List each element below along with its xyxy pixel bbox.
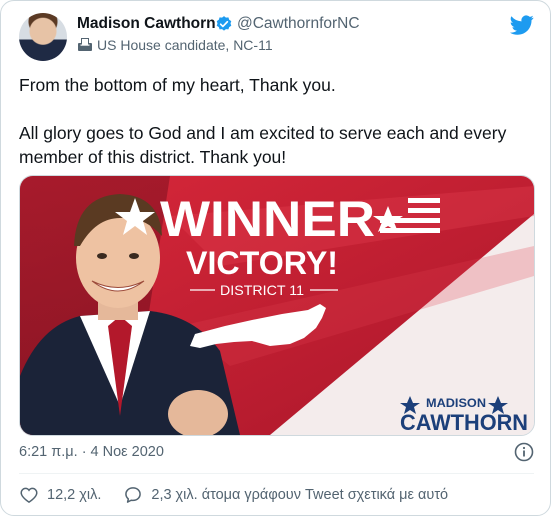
- tweet-image[interactable]: WINNER VICTORY! DISTRICT 11 MADISON CAWT…: [19, 175, 535, 436]
- tweet-card: Madison Cawthorn @CawthornforNC US House…: [0, 0, 551, 516]
- image-headline: WINNER: [160, 191, 375, 247]
- info-icon[interactable]: [514, 442, 534, 462]
- discussion-text: 2,3 χιλ. άτομα γράφουν Tweet σχετικά με …: [151, 487, 449, 503]
- twitter-bird-icon[interactable]: [510, 13, 534, 37]
- verified-badge-icon: [216, 16, 232, 31]
- author-name[interactable]: Madison Cawthorn: [77, 15, 216, 33]
- like-count: 12,2 χιλ.: [47, 487, 102, 503]
- heart-icon: [20, 487, 38, 503]
- tweet-paragraph: From the bottom of my heart, Thank you.: [19, 75, 336, 95]
- account-label: US House candidate, NC-11: [77, 37, 273, 53]
- image-subhead: VICTORY!: [186, 245, 338, 281]
- discussion-link[interactable]: 2,3 χιλ. άτομα γράφουν Tweet σχετικά με …: [123, 485, 448, 505]
- campaign-graphic: WINNER VICTORY! DISTRICT 11 MADISON CAWT…: [20, 176, 534, 435]
- tweet-text: From the bottom of my heart, Thank you. …: [19, 73, 529, 169]
- account-label-text: US House candidate, NC-11: [97, 37, 273, 53]
- author-avatar[interactable]: [19, 13, 67, 61]
- tweet-timestamp[interactable]: 6:21 π.μ. · 4 Νοε 2020: [19, 444, 164, 460]
- image-brand-top: MADISON: [426, 396, 486, 410]
- image-brand-bottom: CAWTHORN: [400, 410, 528, 435]
- tweet-paragraph: All glory goes to God and I am excited t…: [19, 123, 507, 167]
- image-district: DISTRICT 11: [220, 282, 304, 298]
- tweet-actions: 12,2 χιλ. 2,3 χιλ. άτομα γράφουν Tweet σ…: [19, 485, 448, 505]
- like-button[interactable]: 12,2 χιλ.: [19, 485, 101, 505]
- author-handle[interactable]: @CawthornforNC: [237, 15, 360, 33]
- divider: [19, 473, 534, 474]
- speech-bubble-icon: [125, 487, 142, 503]
- ballot-box-icon: [78, 38, 92, 51]
